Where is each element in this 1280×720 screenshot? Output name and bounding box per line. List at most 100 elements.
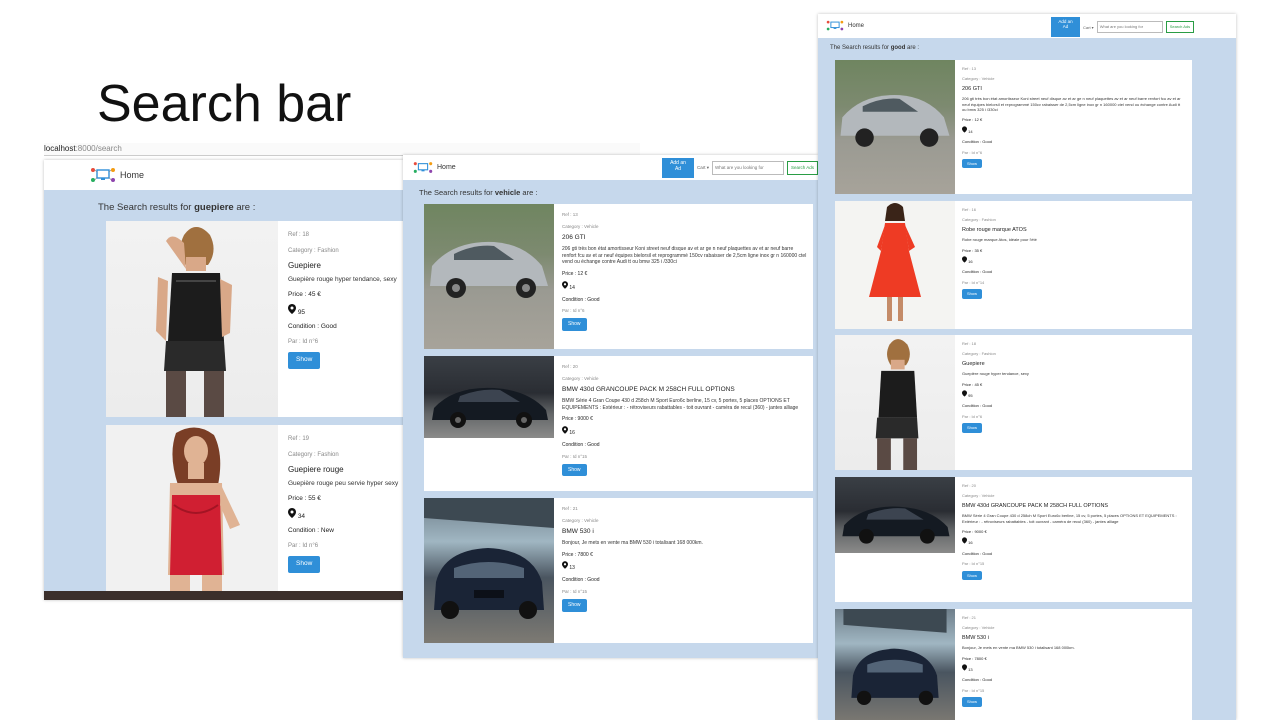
result-card: Ref : 18 Category : Fashion Guepiere Gue… bbox=[835, 335, 1192, 470]
price: Price : 55 € bbox=[288, 494, 321, 502]
heading-suffix: are : bbox=[905, 45, 920, 51]
results-heading: The Search results for vehicle are : bbox=[419, 188, 537, 197]
ad-title: 206 GTI bbox=[562, 234, 586, 242]
category: Category : Fashion bbox=[288, 452, 339, 459]
add-ad-line2: Ad bbox=[1062, 24, 1069, 30]
results-heading: The Search results for guepiere are : bbox=[98, 202, 255, 213]
ad-title: Guepiere bbox=[288, 261, 321, 271]
show-button[interactable]: Show bbox=[288, 556, 321, 573]
result-card: Ref : 13 Category : Vehicle 206 GTI 206 … bbox=[835, 60, 1192, 194]
location-code: 16 bbox=[569, 430, 575, 437]
location-row: 13 bbox=[962, 664, 1192, 672]
location-pin-icon bbox=[962, 256, 967, 264]
location-row: 16 bbox=[562, 426, 813, 437]
condition: Condition : Good bbox=[562, 441, 600, 448]
card-body: Ref : 16 Category : Fashion Robe rouge m… bbox=[955, 201, 1192, 329]
ad-description: 206 gti très bon état amortisseur Koni s… bbox=[962, 96, 1181, 112]
ad-description: Bonjour, Je mets en vente ma BMW 530 i t… bbox=[562, 539, 703, 546]
card-body: Ref : 18 Category : Fashion Guepiere Gue… bbox=[278, 221, 404, 417]
location-pin-icon bbox=[962, 390, 967, 398]
location-row: 34 bbox=[288, 507, 404, 522]
location-row: 14 bbox=[562, 281, 813, 292]
price: Price : 12 € bbox=[562, 271, 588, 278]
search-input[interactable]: What are you looking for bbox=[712, 161, 784, 175]
search-query: good bbox=[890, 45, 906, 51]
result-card: Ref : 19 Category : Fashion Guepiere rou… bbox=[106, 425, 404, 597]
show-button[interactable]: Show bbox=[288, 352, 321, 369]
location-row: 95 bbox=[288, 303, 404, 318]
result-card: Ref : 20 Category : Vehicle BMW 430d GRA… bbox=[424, 356, 813, 491]
heading-suffix: are : bbox=[520, 188, 538, 197]
add-ad-button[interactable]: Add an Ad bbox=[1051, 17, 1080, 37]
location-code: 95 bbox=[297, 308, 306, 316]
ad-description: Guepière rouge peu servie hyper sexy bbox=[288, 479, 399, 487]
product-image bbox=[424, 356, 554, 438]
show-button[interactable]: Show bbox=[962, 289, 983, 299]
price: Price : 45 € bbox=[288, 290, 321, 298]
ad-description: 206 gti très bon état amortisseur Koni s… bbox=[562, 245, 807, 266]
location-code: 14 bbox=[968, 128, 973, 134]
card-body: Ref : 18 Category : Fashion Guepiere Gue… bbox=[955, 335, 1192, 470]
add-ad-button[interactable]: Add an Ad bbox=[662, 158, 694, 178]
heading-suffix: are : bbox=[233, 202, 256, 213]
search-ads-button[interactable]: Search Ads bbox=[787, 161, 818, 175]
location-pin-icon bbox=[962, 126, 967, 134]
search-results-vehicle: Home Add an Ad Cart ▾ What are you lookin… bbox=[403, 155, 818, 658]
add-ad-line2: Ad bbox=[674, 166, 682, 172]
product-image bbox=[835, 335, 955, 470]
price: Price : 9000 € bbox=[562, 416, 593, 423]
result-card: Ref : 16 Category : Fashion Robe rouge m… bbox=[835, 201, 1192, 329]
show-button[interactable]: Show bbox=[562, 463, 587, 477]
ad-title: Guepiere bbox=[962, 360, 985, 367]
show-button[interactable]: Show bbox=[562, 598, 587, 612]
show-button[interactable]: Show bbox=[962, 423, 983, 433]
card-body: Ref : 20 Category : Vehicle BMW 430d GRA… bbox=[955, 477, 1192, 602]
ref-number: Ref : 18 bbox=[288, 232, 310, 238]
cart-dropdown[interactable]: Cart ▾ bbox=[1083, 25, 1094, 30]
navbar: Home Add an Ad Cart ▾ What are you lookin… bbox=[818, 14, 1236, 38]
search-input[interactable]: What are you looking for bbox=[1096, 21, 1163, 33]
cart-dropdown[interactable]: Cart ▾ bbox=[697, 165, 709, 171]
location-row: 95 bbox=[962, 390, 1192, 398]
ad-title: BMW 530 i bbox=[962, 634, 989, 641]
product-image bbox=[835, 60, 955, 194]
location-row: 13 bbox=[562, 561, 813, 572]
location-pin-icon bbox=[288, 507, 296, 522]
condition: Condition : Good bbox=[562, 296, 600, 303]
search-query: guepiere bbox=[194, 202, 234, 213]
location-pin-icon bbox=[562, 426, 568, 437]
card-body: Ref : 13 Category : Vehicle 206 GTI 206 … bbox=[955, 60, 1192, 194]
result-card: Ref : 21 Category : Vehicle BMW 530 i Bo… bbox=[424, 498, 813, 643]
site-logo-icon bbox=[90, 167, 116, 183]
location-pin-icon bbox=[288, 303, 296, 318]
site-logo-icon bbox=[826, 20, 844, 31]
condition: Condition : New bbox=[288, 527, 334, 535]
ad-title: BMW 430d GRANCOUPE PACK M 258CH FULL OPT… bbox=[962, 502, 1109, 509]
product-image bbox=[835, 201, 955, 329]
location-code: 16 bbox=[968, 540, 973, 546]
show-button[interactable]: Show bbox=[962, 697, 983, 707]
location-row: 14 bbox=[962, 126, 1192, 134]
result-card: Ref : 18 Category : Fashion Guepiere Gue… bbox=[106, 221, 404, 417]
search-results-good: Home Add an Ad Cart ▾ What are you lookin… bbox=[818, 14, 1236, 720]
card-body: Ref : 21 Category : Vehicle BMW 530 i Bo… bbox=[554, 498, 813, 643]
ad-title: 206 GTI bbox=[962, 85, 982, 92]
show-button[interactable]: Show bbox=[962, 158, 983, 169]
product-image bbox=[106, 221, 278, 417]
ad-title: BMW 430d GRANCOUPE PACK M 258CH FULL OPT… bbox=[562, 386, 735, 394]
category: Category : Fashion bbox=[288, 248, 339, 255]
home-link[interactable]: Home bbox=[413, 161, 456, 174]
home-label: Home bbox=[120, 170, 145, 180]
ad-description: BMW Série 4 Gran Coupe 430 d 258ch M Spo… bbox=[962, 513, 1177, 524]
heading-prefix: The Search results for bbox=[419, 188, 495, 197]
home-link[interactable]: Home bbox=[826, 20, 864, 31]
home-link[interactable]: Home bbox=[90, 167, 144, 183]
location-row: 16 bbox=[962, 537, 1192, 545]
ref-number: Ref : 19 bbox=[288, 436, 310, 442]
show-button[interactable]: Show bbox=[962, 570, 983, 580]
home-label: Home bbox=[848, 22, 865, 29]
show-button[interactable]: Show bbox=[562, 318, 587, 332]
search-ads-button[interactable]: Search Ads bbox=[1165, 21, 1195, 33]
ad-title: BMW 530 i bbox=[562, 528, 594, 536]
ad-title: Guepiere rouge bbox=[288, 465, 344, 475]
